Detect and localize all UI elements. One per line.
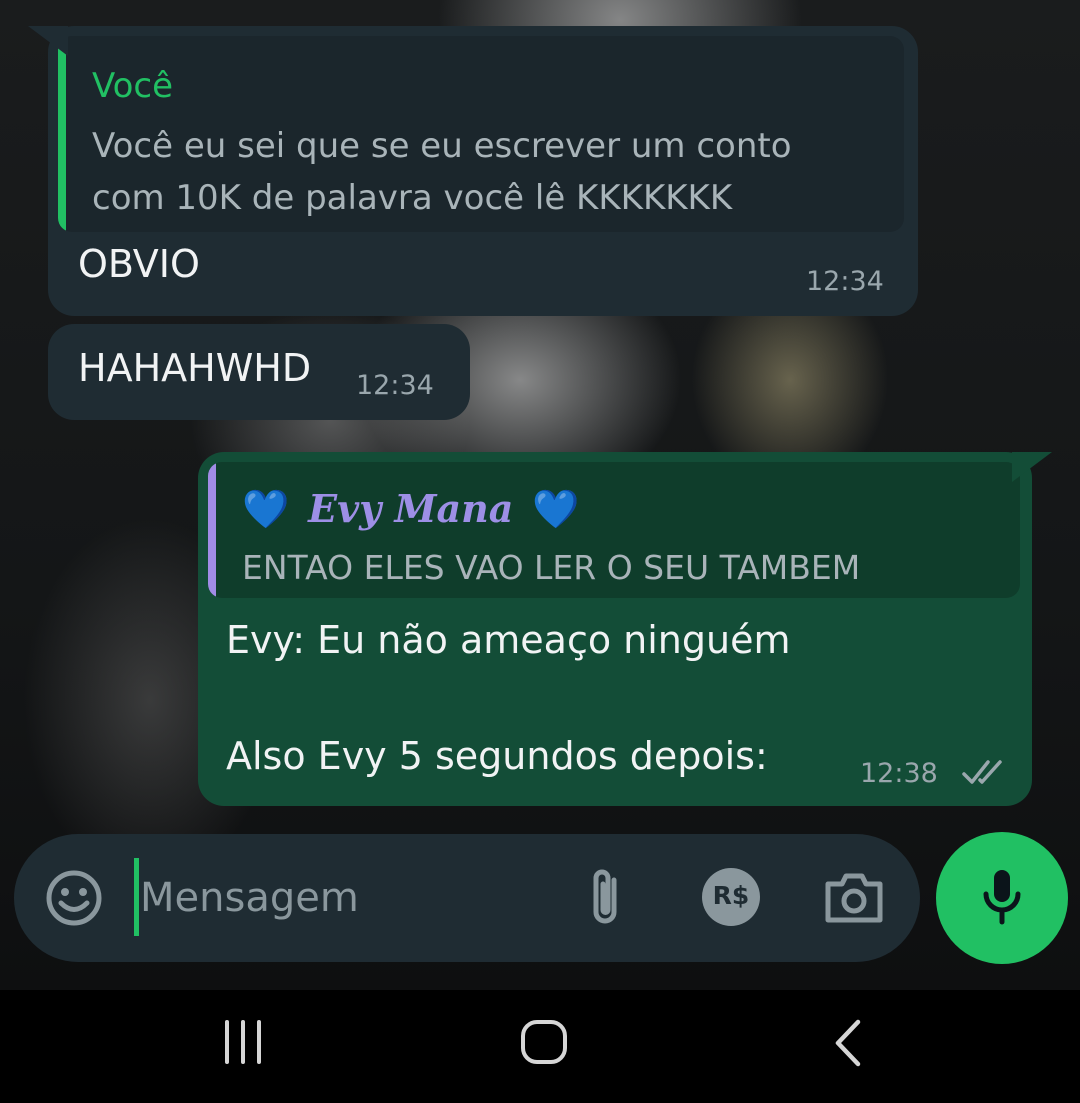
quote-bar — [208, 462, 216, 598]
mic-button[interactable] — [936, 832, 1068, 964]
message-text-line1: Evy: Eu não ameaço ninguém — [226, 618, 791, 662]
quoted-message[interactable]: Você Você eu sei que se eu escrever um c… — [58, 36, 904, 232]
message-text: HAHAHWHD — [78, 346, 312, 390]
incoming-message-bubble[interactable]: Você Você eu sei que se eu escrever um c… — [48, 26, 918, 316]
chat-screen: Você Você eu sei que se eu escrever um c… — [0, 0, 1080, 1103]
emoji-icon[interactable] — [44, 868, 104, 928]
quote-author-name: Evy Mana — [308, 486, 514, 531]
recents-icon[interactable] — [216, 1020, 270, 1064]
paperclip-icon[interactable] — [584, 866, 628, 930]
blue-heart-icon: 💙 — [242, 487, 290, 531]
quote-text-line2: com 10K de palavra você lê KKKKKKK — [92, 178, 733, 218]
payment-button[interactable]: R$ — [702, 868, 760, 926]
back-icon[interactable] — [828, 1018, 868, 1068]
quoted-message[interactable]: 💙 Evy Mana 💙 ENTAO ELES VAO LER O SEU TA… — [208, 462, 1020, 598]
quote-text-line1: Você eu sei que se eu escrever um conto — [92, 126, 792, 166]
quote-text-line1: ENTAO ELES VAO LER O SEU TAMBEM — [242, 548, 861, 587]
text-cursor — [134, 858, 139, 936]
mic-icon — [983, 870, 1021, 925]
blue-heart-icon: 💙 — [532, 487, 580, 531]
message-text: OBVIO — [78, 242, 200, 286]
message-input[interactable] — [140, 866, 560, 930]
message-time: 12:38 — [860, 758, 938, 789]
outgoing-message-bubble[interactable]: 💙 Evy Mana 💙 ENTAO ELES VAO LER O SEU TA… — [198, 452, 1032, 806]
bubble-tail-incoming — [28, 26, 68, 56]
home-icon[interactable] — [518, 1018, 572, 1068]
quote-author: Você — [92, 66, 174, 106]
bubble-tail-outgoing — [1012, 452, 1052, 482]
message-time: 12:34 — [356, 370, 434, 401]
message-time: 12:34 — [806, 266, 884, 297]
message-text-line2: Also Evy 5 segundos depois: — [226, 734, 768, 778]
quote-bar — [58, 36, 66, 232]
incoming-message-bubble[interactable]: HAHAHWHD 12:34 — [48, 324, 470, 420]
double-check-icon — [962, 760, 1002, 784]
payment-label: R$ — [712, 881, 750, 910]
quote-author: 💙 Evy Mana 💙 — [242, 486, 580, 536]
navigation-bar — [0, 990, 1080, 1103]
camera-icon[interactable] — [824, 870, 884, 924]
